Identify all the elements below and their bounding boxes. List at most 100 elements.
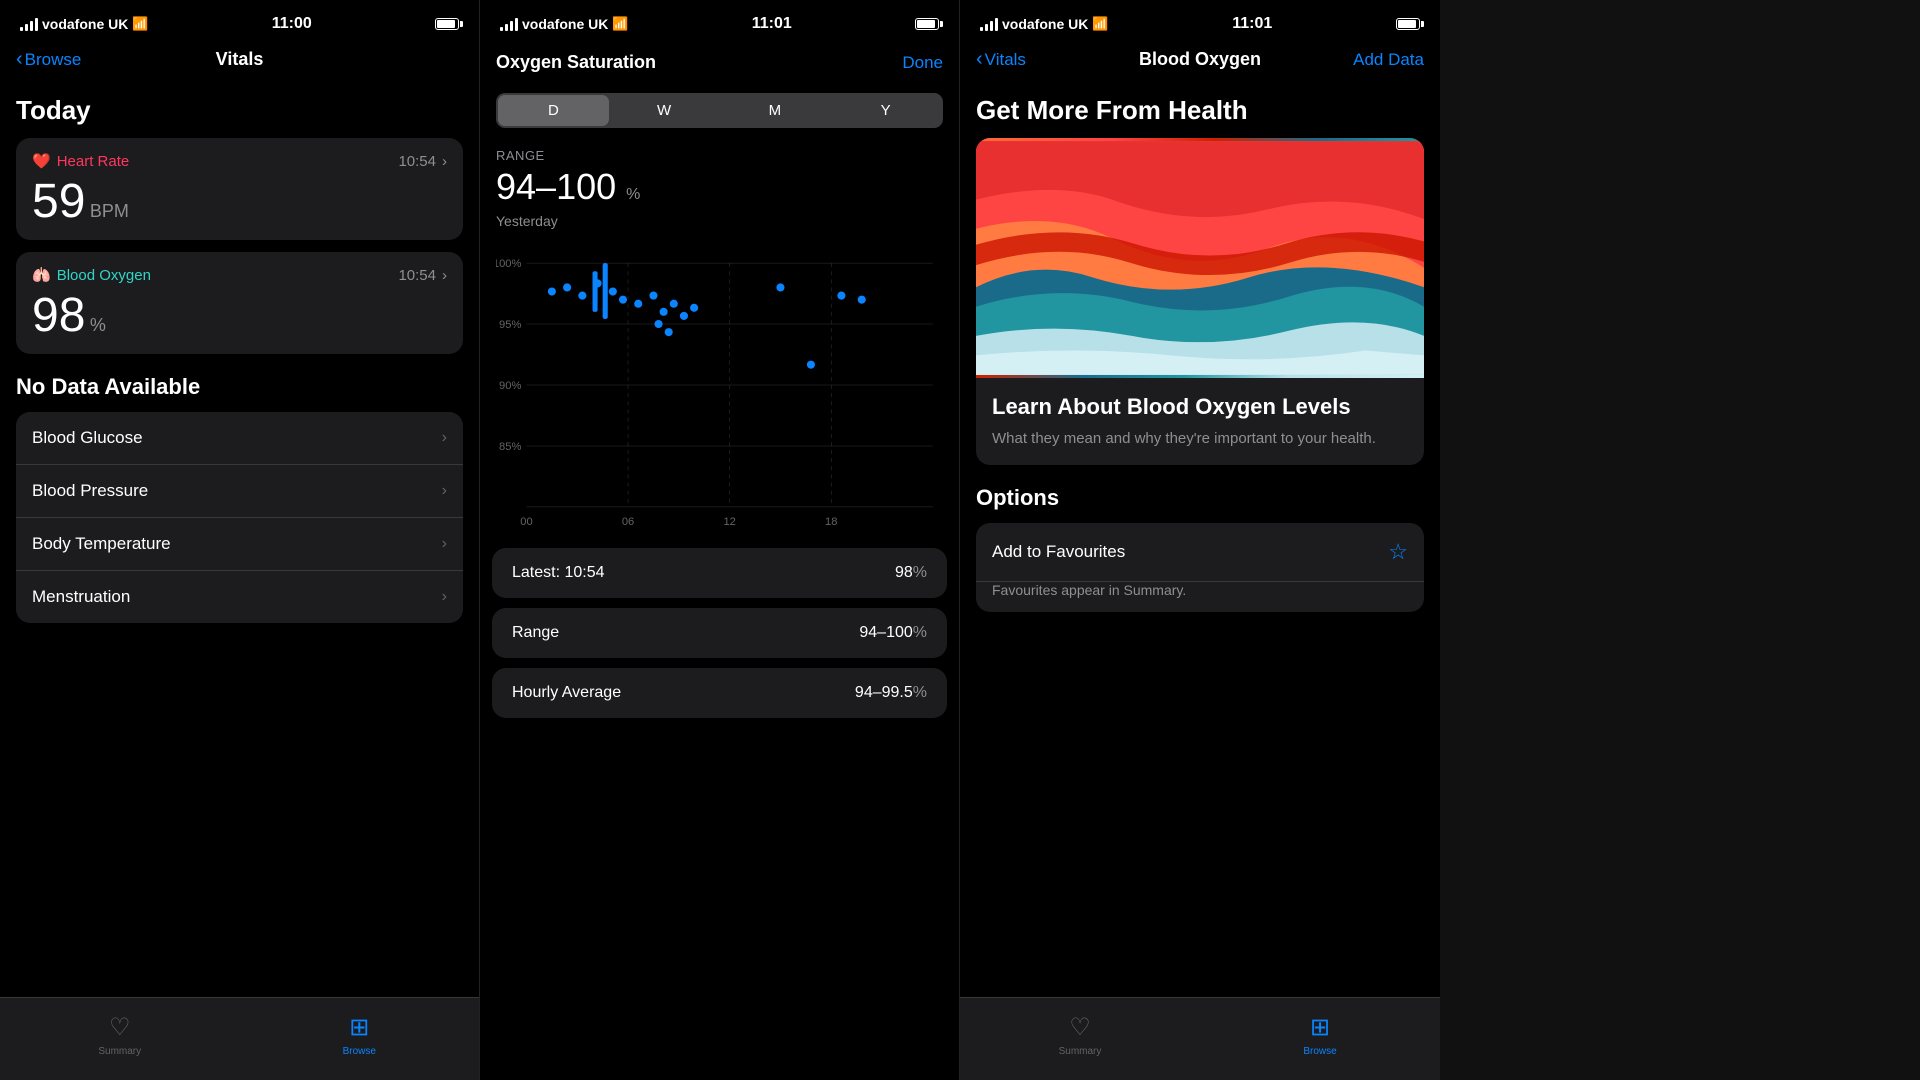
content-2: D W M Y RANGE 94–100 % Yesterday <box>480 81 959 1080</box>
menstruation-chevron: › <box>442 588 447 606</box>
blood-glucose-chevron: › <box>442 429 447 447</box>
add-data-button[interactable]: Add Data <box>1353 50 1424 70</box>
promo-card[interactable]: Learn About Blood Oxygen Levels What the… <box>976 138 1424 465</box>
back-arrow-3: ‹ <box>976 48 983 71</box>
svg-text:12: 12 <box>723 516 735 528</box>
stat-latest: Latest: 10:54 98% <box>492 548 947 598</box>
stat-hourly-value: 94–99.5% <box>855 684 927 702</box>
options-title: Options <box>976 485 1424 511</box>
svg-text:90%: 90% <box>499 380 521 392</box>
chart-area: RANGE 94–100 % Yesterday 100% 95 <box>492 140 947 548</box>
summary-label-3: Summary <box>1059 1046 1102 1057</box>
panel-blood-oxygen-detail: vodafone UK 📶 11:01 ‹ Vitals Blood Oxyge… <box>960 0 1440 1080</box>
range-value-text: 94–100 <box>496 166 616 207</box>
summary-icon-3: ♡ <box>1069 1013 1091 1042</box>
body-temp-chevron: › <box>442 535 447 553</box>
svg-text:100%: 100% <box>496 258 521 270</box>
range-label: RANGE <box>496 148 943 163</box>
summary-label-1: Summary <box>98 1046 141 1057</box>
range-unit: % <box>626 186 640 203</box>
options-card: Add to Favourites ☆ Favourites appear in… <box>976 523 1424 612</box>
summary-icon-1: ♡ <box>109 1013 131 1042</box>
blood-oxygen-meta: 10:54 › <box>398 267 447 284</box>
star-icon[interactable]: ☆ <box>1388 539 1408 565</box>
stat-range-label: Range <box>512 624 559 642</box>
status-bar-1: vodafone UK 📶 11:00 <box>0 0 479 44</box>
list-item-blood-glucose[interactable]: Blood Glucose › <box>16 412 463 465</box>
add-favourites-label: Add to Favourites <box>992 542 1125 562</box>
heart-rate-unit: BPM <box>90 201 129 221</box>
content-1: Today ❤️ Heart Rate 10:54 › 59 BPM <box>0 79 479 997</box>
stat-hourly-label: Hourly Average <box>512 684 621 702</box>
list-item-body-temp[interactable]: Body Temperature › <box>16 518 463 571</box>
battery-icon-3 <box>1396 18 1420 30</box>
promo-svg <box>976 138 1424 378</box>
tab-summary-1[interactable]: ♡ Summary <box>0 1013 240 1057</box>
back-button-1[interactable]: ‹ Browse <box>16 48 81 71</box>
time-2: 11:01 <box>752 15 792 33</box>
battery-area-3 <box>1396 18 1420 30</box>
favourites-sub-text: Favourites appear in Summary. <box>976 582 1424 612</box>
nav-bar-1: ‹ Browse Vitals <box>0 44 479 79</box>
heart-rate-header: ❤️ Heart Rate 10:54 › <box>32 152 447 170</box>
heart-rate-chevron: › <box>442 153 447 170</box>
time-btn-w[interactable]: W <box>609 95 720 126</box>
content-3: Get More From Health <box>960 79 1440 997</box>
no-data-title: No Data Available <box>16 374 463 400</box>
stat-range: Range 94–100% <box>492 608 947 658</box>
carrier-info-1: vodafone UK 📶 <box>20 16 149 32</box>
blood-oxygen-card[interactable]: 🫁 Blood Oxygen 10:54 › 98 % <box>16 252 463 354</box>
time-btn-d[interactable]: D <box>498 95 609 126</box>
done-button[interactable]: Done <box>902 53 943 73</box>
remaining-space <box>1440 0 1920 1080</box>
page-title-1: Vitals <box>216 49 264 70</box>
promo-body: Learn About Blood Oxygen Levels What the… <box>976 378 1424 465</box>
time-1: 11:00 <box>272 15 312 33</box>
svg-text:18: 18 <box>825 516 837 528</box>
signal-icon-1 <box>20 17 38 31</box>
battery-icon-1 <box>435 18 459 30</box>
battery-area-2 <box>915 18 939 30</box>
wifi-icon-3: 📶 <box>1092 16 1108 32</box>
battery-icon-2 <box>915 18 939 30</box>
time-btn-m[interactable]: M <box>720 95 831 126</box>
body-temp-label: Body Temperature <box>32 534 171 554</box>
period-label: Yesterday <box>496 213 943 229</box>
promo-image <box>976 138 1424 378</box>
blood-oxygen-value: 98 <box>32 289 85 342</box>
svg-text:06: 06 <box>622 516 634 528</box>
promo-title: Learn About Blood Oxygen Levels <box>992 394 1408 420</box>
promo-section-title: Get More From Health <box>976 95 1424 126</box>
browse-icon-3: ⊞ <box>1310 1013 1330 1042</box>
back-button-3[interactable]: ‹ Vitals <box>976 48 1026 71</box>
carrier-label-1: vodafone UK <box>42 16 128 32</box>
heart-icon: ❤️ <box>32 152 51 170</box>
heart-rate-value: 59 <box>32 175 85 228</box>
nav-bar-2: Oxygen Saturation Done <box>480 44 959 81</box>
status-bar-3: vodafone UK 📶 11:01 <box>960 0 1440 44</box>
stat-latest-label: Latest: 10:54 <box>512 564 605 582</box>
list-item-menstruation[interactable]: Menstruation › <box>16 571 463 623</box>
oxygen-chart: 100% 95% 90% 85% 00 06 12 18 <box>496 235 943 535</box>
tab-summary-3[interactable]: ♡ Summary <box>960 1013 1200 1057</box>
list-item-blood-pressure[interactable]: Blood Pressure › <box>16 465 463 518</box>
no-data-list: Blood Glucose › Blood Pressure › Body Te… <box>16 412 463 623</box>
heart-rate-title: Heart Rate <box>57 153 130 170</box>
panel-oxygen-chart: vodafone UK 📶 11:01 Oxygen Saturation Do… <box>480 0 960 1080</box>
chart-title: Oxygen Saturation <box>496 52 656 73</box>
promo-desc: What they mean and why they're important… <box>992 428 1408 449</box>
svg-text:85%: 85% <box>499 441 521 453</box>
browse-icon-1: ⊞ <box>349 1013 369 1042</box>
panel-vitals: vodafone UK 📶 11:00 ‹ Browse Vitals Toda… <box>0 0 480 1080</box>
browse-label-1: Browse <box>343 1046 376 1057</box>
blood-oxygen-time: 10:54 <box>398 267 436 284</box>
tab-browse-3[interactable]: ⊞ Browse <box>1200 1013 1440 1057</box>
blood-pressure-chevron: › <box>442 482 447 500</box>
heart-rate-card[interactable]: ❤️ Heart Rate 10:54 › 59 BPM <box>16 138 463 240</box>
stat-hourly: Hourly Average 94–99.5% <box>492 668 947 718</box>
blood-oxygen-title: Blood Oxygen <box>57 267 151 284</box>
wifi-icon-2: 📶 <box>612 16 628 32</box>
time-btn-y[interactable]: Y <box>830 95 941 126</box>
add-to-favourites-item[interactable]: Add to Favourites ☆ <box>976 523 1424 582</box>
tab-browse-1[interactable]: ⊞ Browse <box>240 1013 480 1057</box>
